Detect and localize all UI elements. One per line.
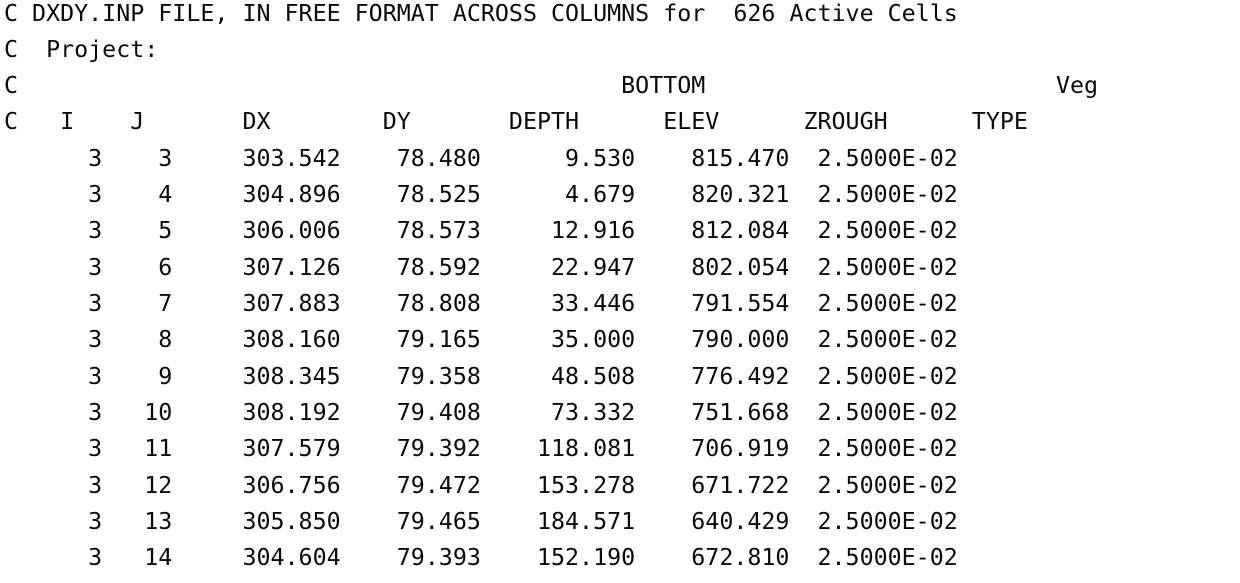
file-title-line: C DXDY.INP FILE, IN FREE FORMAT ACROSS C…	[4, 0, 958, 27]
column-header-line: C I J DX DY DEPTH ELEV ZROUGH TYPE	[4, 108, 1028, 135]
text-document-viewport: C DXDY.INP FILE, IN FREE FORMAT ACROSS C…	[0, 0, 1240, 583]
table-row: 3 9 308.345 79.358 48.508 776.492 2.5000…	[4, 363, 958, 390]
table-row: 3 11 307.579 79.392 118.081 706.919 2.50…	[4, 435, 958, 462]
table-row: 3 10 308.192 79.408 73.332 751.668 2.500…	[4, 399, 958, 426]
table-row: 3 5 306.006 78.573 12.916 812.084 2.5000…	[4, 217, 958, 244]
table-row: 3 4 304.896 78.525 4.679 820.321 2.5000E…	[4, 181, 958, 208]
table-row: 3 13 305.850 79.465 184.571 640.429 2.50…	[4, 508, 958, 535]
table-row: 3 3 303.542 78.480 9.530 815.470 2.5000E…	[4, 145, 958, 172]
table-row: 3 14 304.604 79.393 152.190 672.810 2.50…	[4, 544, 958, 571]
table-row: 3 12 306.756 79.472 153.278 671.722 2.50…	[4, 472, 958, 499]
table-row: 3 8 308.160 79.165 35.000 790.000 2.5000…	[4, 326, 958, 353]
project-line: C Project:	[4, 36, 159, 63]
group-header-line: C BOTTOM Veg	[4, 72, 1099, 99]
table-row: 3 6 307.126 78.592 22.947 802.054 2.5000…	[4, 254, 958, 281]
table-row: 3 7 307.883 78.808 33.446 791.554 2.5000…	[4, 290, 958, 317]
